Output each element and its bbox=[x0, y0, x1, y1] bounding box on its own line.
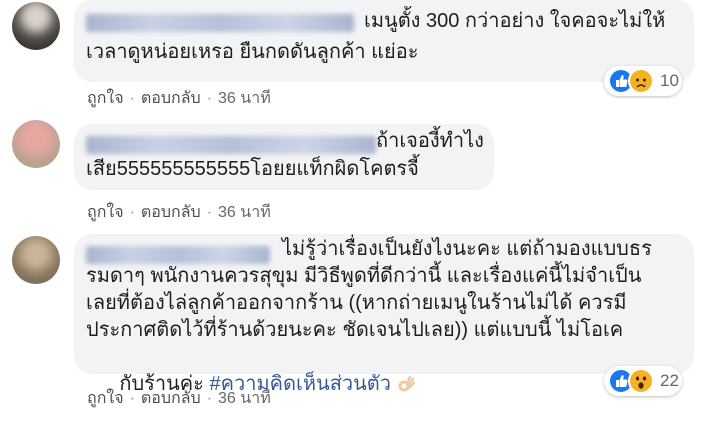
comment-actions: ถูกใจ · ตอบกลับ · 36 นาที bbox=[87, 86, 271, 111]
comment-bubble: เมนูตั้ง 300 กว่าอย่าง ใจคอจะไม่ให้ เวลา… bbox=[74, 0, 694, 82]
avatar[interactable] bbox=[12, 120, 60, 168]
like-button[interactable]: ถูกใจ bbox=[87, 200, 124, 225]
reply-button[interactable]: ตอบกลับ bbox=[141, 86, 201, 111]
comment-text-line: รมดาๆ พนักงานควรสุขุม มีวิธีพูดที่ดีกว่า… bbox=[86, 265, 642, 287]
separator-dot: · bbox=[206, 203, 213, 221]
separator-dot: · bbox=[129, 89, 135, 107]
avatar[interactable] bbox=[12, 2, 60, 50]
comment-text-line: เมนูตั้ง 300 กว่าอย่าง ใจคอจะไม่ให้ bbox=[364, 10, 666, 32]
timestamp[interactable]: 36 นาที bbox=[218, 386, 271, 411]
comment-text-line: เวลาดูหน่อยเหรอ ยืนกดดันลูกค้า แย่อะ bbox=[86, 41, 419, 63]
like-button[interactable]: ถูกใจ bbox=[87, 86, 124, 111]
like-button[interactable]: ถูกใจ bbox=[87, 386, 124, 411]
reply-button[interactable]: ตอบกลับ bbox=[141, 386, 201, 411]
separator-dot: · bbox=[129, 389, 135, 407]
author-name[interactable] bbox=[86, 246, 270, 264]
separator-dot: · bbox=[129, 203, 135, 221]
avatar[interactable] bbox=[12, 236, 60, 284]
ok-hand-icon bbox=[398, 375, 415, 392]
wow-icon bbox=[628, 368, 654, 394]
comment-text-line: ถ้าเจองี้ทำไง bbox=[376, 130, 484, 152]
reaction-count: 22 bbox=[660, 371, 679, 390]
reaction-count: 10 bbox=[660, 71, 679, 90]
comment-bubble: ไม่รู้ว่าเรื่องเป็นยังไงนะคะ แต่ถ้ามองแบ… bbox=[74, 234, 694, 395]
separator-dot: · bbox=[206, 89, 213, 107]
comment-text-line: กับร้านค่ะ #ความคิดเห็นส่วนตัว bbox=[86, 344, 415, 425]
author-name[interactable] bbox=[86, 136, 376, 154]
separator-dot: · bbox=[206, 389, 213, 407]
comment-bubble: ถ้าเจองี้ทำไง เสีย555555555555โอยยแท็กผิ… bbox=[74, 124, 494, 190]
comment-actions: ถูกใจ · ตอบกลับ · 36 นาที bbox=[87, 200, 271, 225]
comment-text-line: ประกาศติดไว้ที่ร้านด้วยนะคะ ชัดเจนไปเลย)… bbox=[86, 319, 624, 341]
comment-text-line: เสีย555555555555โอยยแท็กผิดโคตรจี้ bbox=[86, 158, 419, 180]
timestamp[interactable]: 36 นาที bbox=[218, 86, 271, 111]
sad-icon bbox=[628, 68, 654, 94]
reaction-summary[interactable]: 10 bbox=[604, 66, 682, 96]
reply-button[interactable]: ตอบกลับ bbox=[141, 200, 201, 225]
author-name[interactable] bbox=[86, 14, 354, 32]
timestamp[interactable]: 36 นาที bbox=[218, 200, 271, 225]
reaction-summary[interactable]: 22 bbox=[604, 366, 682, 396]
comment-text-line: เลยที่ต้องไล่ลูกค้าออกจากร้าน ((หากถ่ายเ… bbox=[86, 292, 627, 314]
comment-actions: ถูกใจ · ตอบกลับ · 36 นาที bbox=[87, 386, 271, 411]
comment-text-line: ไม่รู้ว่าเรื่องเป็นยังไงนะคะ แต่ถ้ามองแบ… bbox=[282, 238, 652, 260]
